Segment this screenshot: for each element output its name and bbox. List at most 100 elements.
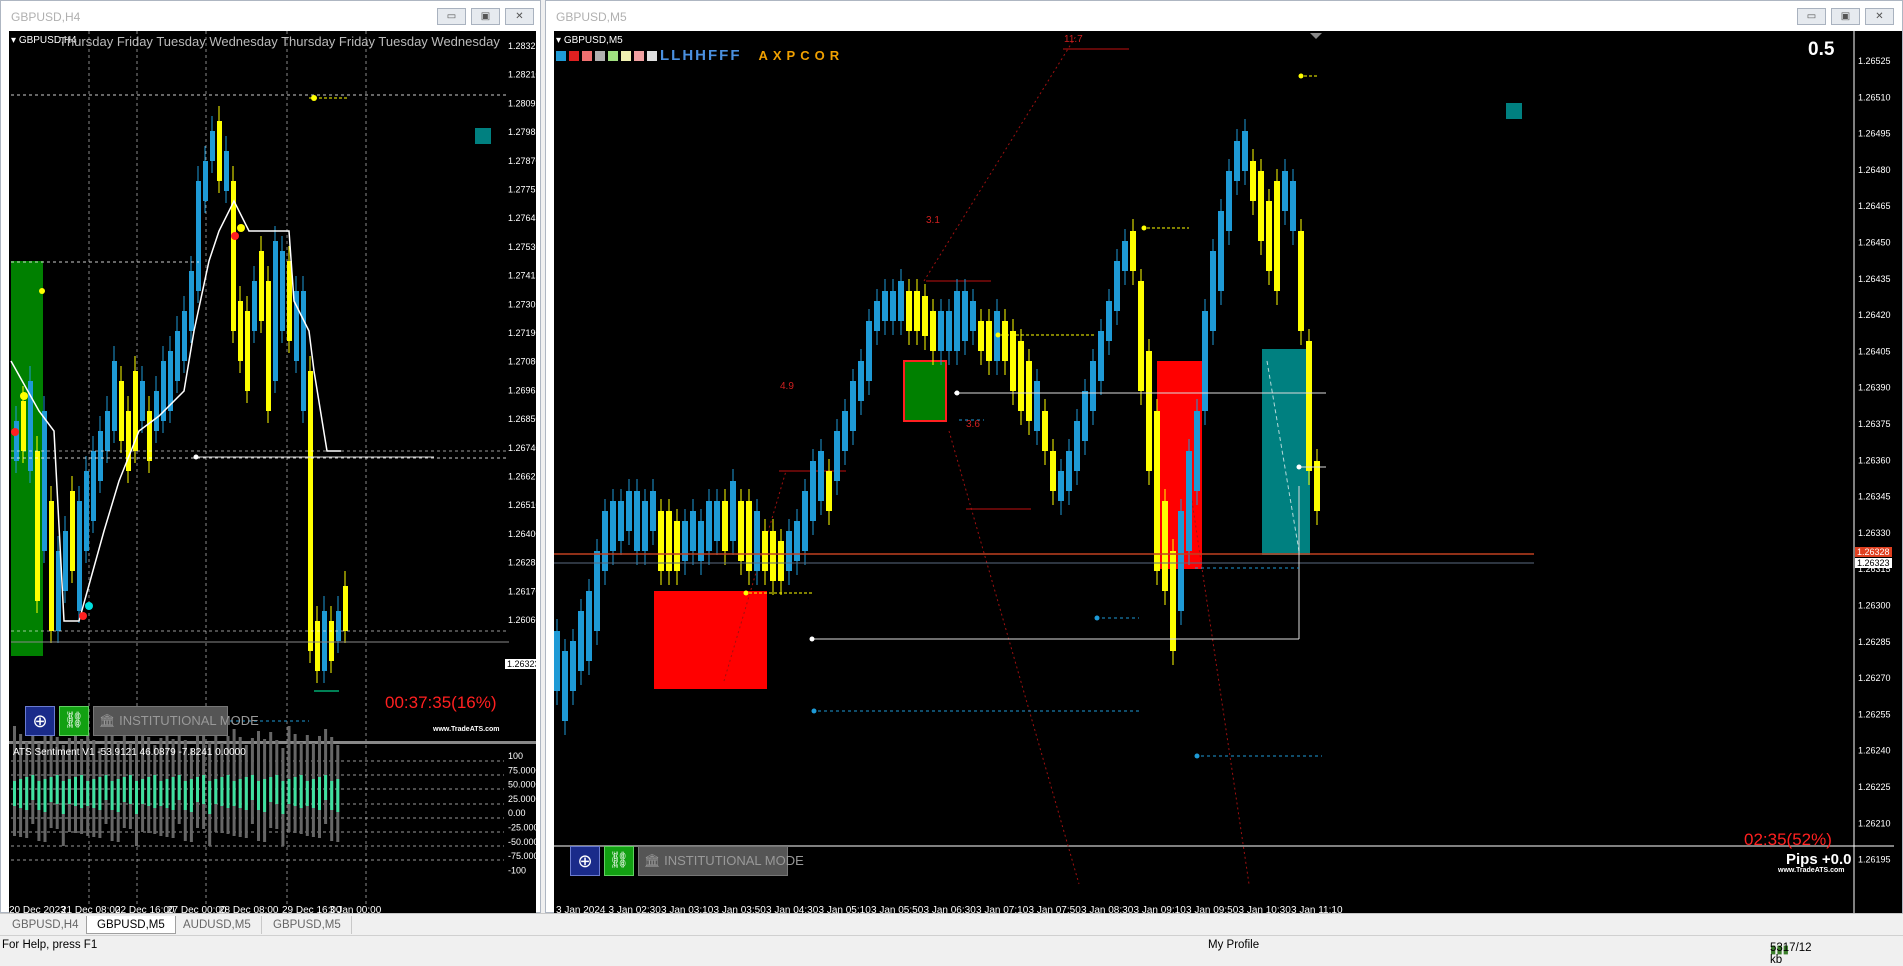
sentiment-bar bbox=[202, 775, 206, 804]
minimize-button[interactable]: ▭ bbox=[1797, 8, 1826, 25]
candle-body bbox=[778, 541, 784, 581]
candle-body bbox=[730, 481, 736, 541]
candle-body bbox=[930, 311, 936, 351]
indicator-tick: 25.0000 bbox=[508, 794, 536, 804]
swatch-salmon[interactable] bbox=[582, 50, 592, 61]
price-tick: 1.26740 bbox=[508, 443, 536, 453]
candle-body bbox=[898, 281, 904, 321]
profile-text[interactable]: My Profile bbox=[1208, 939, 1259, 951]
sentiment-bar bbox=[324, 775, 328, 800]
candle-body bbox=[14, 421, 19, 461]
candle-body bbox=[554, 631, 560, 691]
sentiment-bar bbox=[293, 777, 297, 806]
candle-body bbox=[329, 621, 334, 661]
candle-body bbox=[1034, 381, 1040, 431]
sentiment-bar bbox=[177, 775, 181, 800]
candle-body bbox=[1106, 301, 1112, 341]
institutional-mode-button[interactable]: 🏛 INSTITUTIONAL MODE bbox=[638, 846, 804, 876]
crosshair-button[interactable]: ⊕ bbox=[25, 706, 55, 736]
close-button[interactable]: ✕ bbox=[1865, 8, 1894, 25]
indicator-tick: 75.0000 bbox=[508, 765, 536, 775]
sentiment-bar bbox=[189, 779, 193, 812]
swatch-red[interactable] bbox=[569, 50, 579, 61]
candle-body bbox=[315, 621, 320, 671]
maximize-button[interactable]: ▣ bbox=[471, 8, 500, 25]
sentiment-bar bbox=[25, 777, 29, 810]
candle-body bbox=[762, 531, 768, 571]
tab-audusd-m5[interactable]: AUDUSD,M5 bbox=[173, 916, 262, 934]
signal-square bbox=[475, 128, 491, 144]
sentiment-bar bbox=[263, 779, 267, 812]
candle-body bbox=[682, 521, 688, 561]
candle-body bbox=[98, 431, 103, 481]
price-tick: 1.26465 bbox=[1858, 201, 1891, 211]
crosshair-icon: ⊕ bbox=[577, 851, 593, 871]
swatch-pale[interactable] bbox=[621, 50, 631, 61]
price-tick: 1.27080 bbox=[508, 357, 536, 367]
crosshair-button[interactable]: ⊕ bbox=[570, 846, 600, 876]
minimize-button[interactable]: ▭ bbox=[437, 8, 466, 25]
candle-body bbox=[112, 361, 117, 431]
tab-gbpusd-m5[interactable]: GBPUSD,M5 bbox=[86, 916, 176, 934]
link-button[interactable]: ⛓ bbox=[59, 706, 89, 736]
sentiment-bar bbox=[232, 781, 236, 806]
sentiment-bar bbox=[318, 777, 321, 810]
crosshair-icon: ⊕ bbox=[32, 711, 48, 731]
tradeats-watermark: www.TradeATS.com bbox=[1778, 867, 1845, 874]
maximize-button[interactable]: ▣ bbox=[1831, 8, 1860, 25]
candle-body bbox=[1026, 361, 1032, 421]
help-text: For Help, press F1 bbox=[2, 939, 98, 951]
candle-body bbox=[754, 511, 760, 571]
institutional-mode-button[interactable]: 🏛 INSTITUTIONAL MODE bbox=[93, 706, 259, 736]
candle-body bbox=[1266, 201, 1272, 271]
toolbar-word[interactable]: AXPCOR bbox=[758, 48, 844, 63]
color-swatch-toolbar[interactable]: LLHHFFF AXPCOR bbox=[556, 47, 844, 64]
price-tick: 1.27530 bbox=[508, 242, 536, 252]
swatch-gray[interactable] bbox=[595, 50, 605, 61]
price-tick: 1.26210 bbox=[1858, 818, 1891, 828]
close-button[interactable]: ✕ bbox=[505, 8, 534, 25]
candle-body bbox=[1042, 411, 1048, 451]
candle-body bbox=[618, 501, 624, 541]
sentiment-bar bbox=[86, 781, 90, 806]
candle-body bbox=[238, 301, 243, 361]
tab-gbpusd-h4[interactable]: GBPUSD,H4 bbox=[2, 916, 90, 934]
swatch-blue[interactable] bbox=[556, 50, 566, 61]
candle-body bbox=[210, 131, 215, 161]
link-button[interactable]: ⛓ bbox=[604, 846, 634, 876]
day-label: Thursday bbox=[281, 34, 339, 49]
swatch-white[interactable] bbox=[647, 50, 657, 61]
right-price-chart[interactable]: 1.26525 1.26510 1.26495 1.26480 1.26465 1.264… bbox=[554, 31, 1902, 914]
candle-body bbox=[1090, 361, 1096, 411]
price-tick: 1.26255 bbox=[1858, 709, 1891, 719]
candle-body bbox=[1186, 451, 1192, 551]
candle-body bbox=[343, 586, 348, 631]
left-window-titlebar[interactable]: GBPUSD,H4 ▭ ▣ ✕ bbox=[1, 1, 540, 31]
left-chart-window[interactable]: GBPUSD,H4 ▭ ▣ ✕ 1.2832 1.2821 1.2809 1.2… bbox=[0, 0, 541, 914]
candle-body bbox=[203, 161, 208, 201]
price-tick: 1.26510 bbox=[1858, 92, 1891, 102]
sentiment-bar bbox=[257, 781, 260, 810]
sentiment-bar bbox=[49, 777, 53, 802]
left-price-chart[interactable]: 1.28325 1.28210 1.28095 1.27985 1.27870 1.277… bbox=[9, 31, 536, 914]
swatch-lightgreen[interactable] bbox=[608, 50, 618, 61]
sentiment-bar bbox=[311, 779, 315, 808]
swatch-pink[interactable] bbox=[634, 50, 644, 61]
candle-body bbox=[1274, 181, 1280, 291]
candle-body bbox=[866, 321, 872, 381]
toolbar-letters[interactable]: LLHHFFF bbox=[660, 47, 741, 64]
sentiment-bar bbox=[183, 781, 187, 810]
level-label: 4.9 bbox=[780, 381, 794, 392]
candle-body bbox=[890, 291, 896, 321]
sentiment-bar bbox=[104, 775, 108, 800]
price-tick: 1.26330 bbox=[1858, 528, 1891, 538]
candle-body bbox=[1250, 161, 1256, 201]
tab-gbpusd-m5-2[interactable]: GBPUSD,M5 bbox=[263, 916, 352, 934]
right-window-titlebar[interactable]: GBPUSD,M5 ▭ ▣ ✕ bbox=[546, 1, 1902, 31]
candle-body bbox=[882, 291, 888, 321]
candle-body bbox=[301, 291, 306, 411]
candle-body bbox=[578, 611, 584, 671]
candle-body bbox=[850, 381, 856, 431]
candle-body bbox=[1114, 261, 1120, 311]
right-chart-window[interactable]: GBPUSD,M5 ▭ ▣ ✕ 1.26525 1.26510 1.26495 … bbox=[545, 0, 1903, 914]
